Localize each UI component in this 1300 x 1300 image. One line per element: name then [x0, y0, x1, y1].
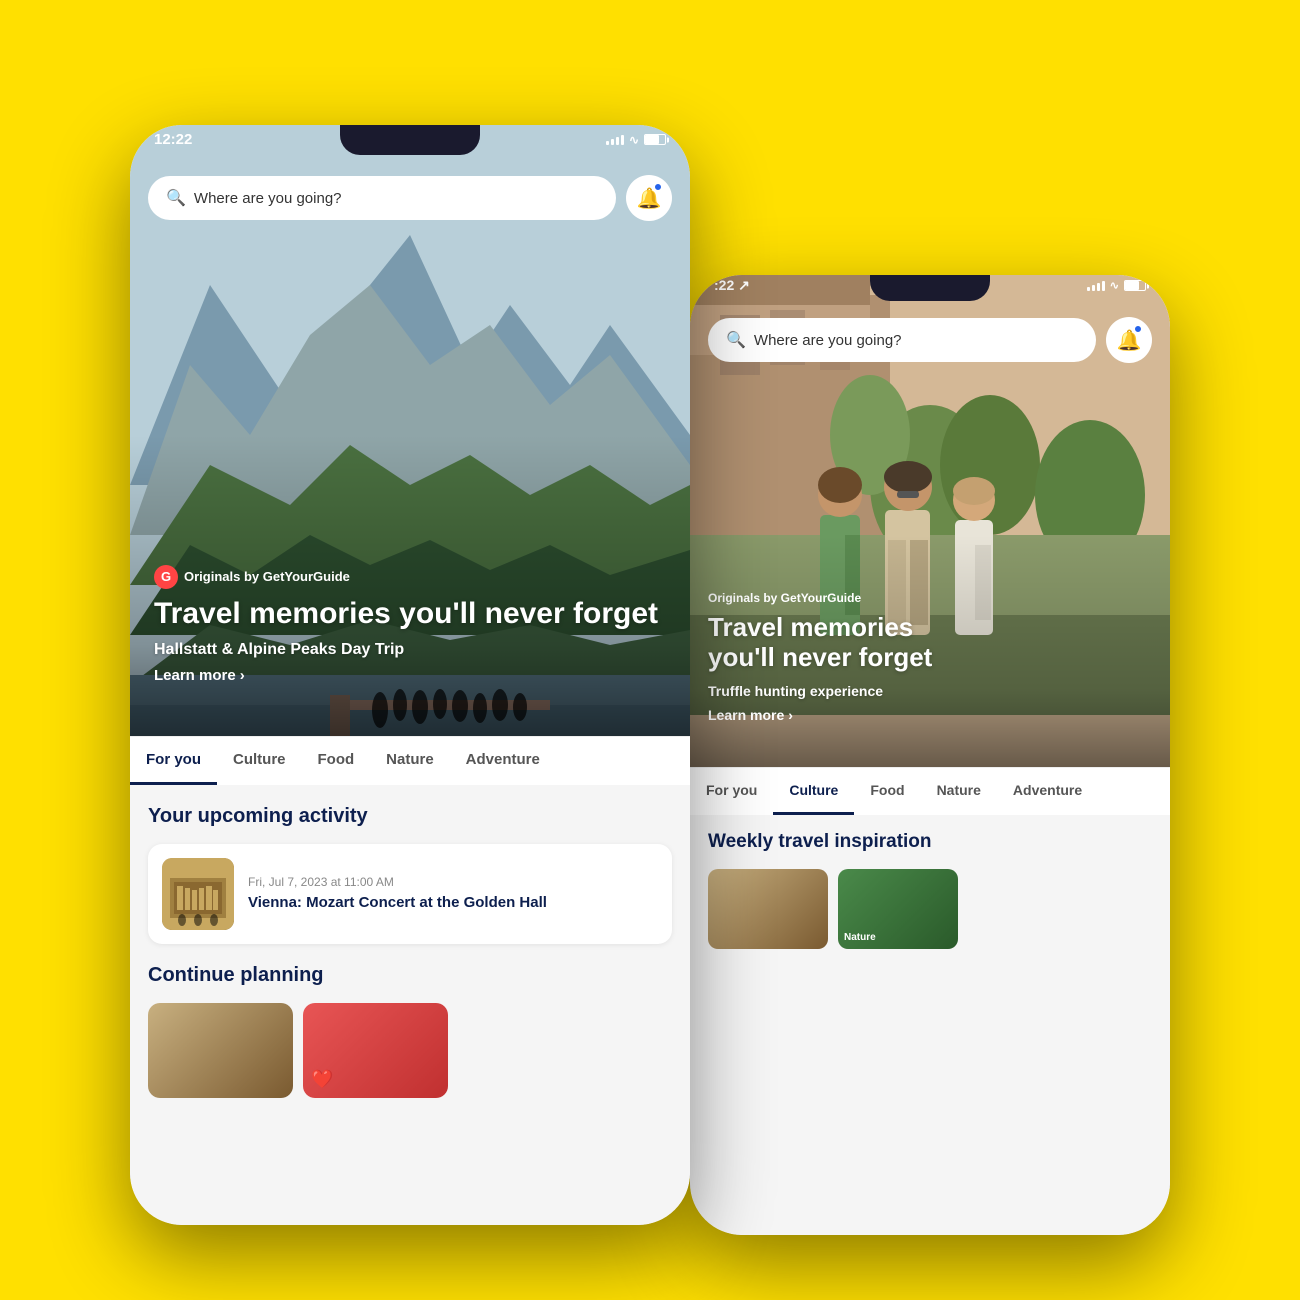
status-icons-2: ∿: [1087, 279, 1146, 292]
tab-adventure-1[interactable]: Adventure: [450, 737, 556, 785]
hero-title-1: Travel memories you'll never forget: [154, 597, 666, 632]
continue-section: Continue planning ❤️: [130, 964, 690, 1098]
tab-culture-2[interactable]: Culture: [773, 768, 854, 815]
time-1: 12:22: [154, 131, 192, 148]
badge-text-2: Originals by GetYourGuide: [708, 591, 861, 605]
continue-card-2[interactable]: ❤️: [303, 1003, 448, 1098]
inspiration-cards: Nature: [708, 869, 1152, 949]
hero-text-1: G Originals by GetYourGuide Travel memor…: [154, 565, 666, 686]
time-2: :22 ↗: [714, 277, 750, 294]
activity-thumb: [162, 858, 234, 930]
nature-label-card: Nature: [844, 932, 876, 943]
header-1: 🔍 Where are you going? 🔔: [130, 175, 690, 221]
activity-card[interactable]: Fri, Jul 7, 2023 at 11:00 AM Vienna: Moz…: [148, 844, 672, 944]
status-bar-2: :22 ↗ ∿: [690, 275, 1170, 300]
status-bar-1: 12:22 ∿: [130, 125, 690, 154]
notification-dot-2: [1134, 325, 1142, 333]
continue-title: Continue planning: [148, 964, 672, 987]
header-2: 🔍 Where are you going? 🔔: [690, 317, 1170, 363]
phone-2: :22 ↗ ∿: [690, 275, 1170, 1235]
tab-adventure-2[interactable]: Adventure: [997, 768, 1098, 815]
badge-text-1: Originals by GetYourGuide: [184, 569, 350, 584]
inspiration-title: Weekly travel inspiration: [708, 831, 1152, 853]
bell-button-2[interactable]: 🔔: [1106, 317, 1152, 363]
notification-dot-1: [654, 183, 662, 191]
battery-2: [1124, 280, 1146, 291]
tab-for-you-1[interactable]: For you: [130, 737, 217, 785]
tab-food-1[interactable]: Food: [302, 737, 371, 785]
inspiration-card-1[interactable]: [708, 869, 828, 949]
activity-date: Fri, Jul 7, 2023 at 11:00 AM: [248, 875, 658, 889]
hero-bg-svg-1: [130, 125, 690, 785]
search-icon-1: 🔍: [166, 188, 186, 208]
hero-1: 12:22 ∿: [130, 125, 690, 785]
signal-2: [1087, 281, 1105, 291]
tab-for-you-2[interactable]: For you: [690, 768, 773, 815]
bell-button-1[interactable]: 🔔: [626, 175, 672, 221]
search-bar-2[interactable]: 🔍 Where are you going?: [708, 318, 1096, 362]
activity-name: Vienna: Mozart Concert at the Golden Hal…: [248, 893, 658, 913]
tab-culture-1[interactable]: Culture: [217, 737, 302, 785]
search-icon-2: 🔍: [726, 330, 746, 350]
wifi-icon-1: ∿: [629, 133, 639, 147]
status-icons-1: ∿: [606, 133, 666, 147]
upcoming-section: Your upcoming activity: [130, 785, 690, 944]
hero-badge-1: G Originals by GetYourGuide: [154, 565, 350, 589]
signal-1: [606, 135, 624, 145]
inspiration-card-nature[interactable]: Nature: [838, 869, 958, 949]
hero-title-2: Travel memories you'll never forget: [708, 613, 1146, 673]
category-tabs-2: For you Culture Food Nature Adventure: [690, 767, 1170, 815]
hero-subtitle-1: Hallstatt & Alpine Peaks Day Trip: [154, 641, 666, 659]
phone-1: 12:22 ∿: [130, 125, 690, 1225]
continue-cards: ❤️: [148, 1003, 672, 1098]
g-logo-1: G: [154, 565, 178, 589]
learn-more-2[interactable]: Learn more ›: [708, 707, 793, 723]
tab-nature-1[interactable]: Nature: [370, 737, 450, 785]
upcoming-title: Your upcoming activity: [148, 805, 672, 828]
hero-badge-2: Originals by GetYourGuide: [708, 591, 861, 605]
phones-container: 12:22 ∿: [100, 75, 1200, 1225]
learn-more-1[interactable]: Learn more ›: [154, 667, 245, 684]
category-tabs-1: For you Culture Food Nature Adventure: [130, 736, 690, 785]
search-bar-1[interactable]: 🔍 Where are you going?: [148, 176, 616, 220]
hero-text-2: Originals by GetYourGuide Travel memorie…: [708, 589, 1146, 725]
search-text-2: Where are you going?: [754, 332, 902, 349]
content-2: Weekly travel inspiration Nature: [690, 815, 1170, 1235]
search-text-1: Where are you going?: [194, 190, 342, 207]
battery-1: [644, 134, 666, 145]
hero-subtitle-2: Truffle hunting experience: [708, 683, 1146, 699]
continue-card-1[interactable]: [148, 1003, 293, 1098]
hero-2: :22 ↗ ∿: [690, 275, 1170, 815]
activity-info: Fri, Jul 7, 2023 at 11:00 AM Vienna: Moz…: [248, 875, 658, 913]
tab-food-2[interactable]: Food: [854, 768, 920, 815]
wifi-icon-2: ∿: [1110, 279, 1119, 292]
tab-nature-2[interactable]: Nature: [921, 768, 997, 815]
